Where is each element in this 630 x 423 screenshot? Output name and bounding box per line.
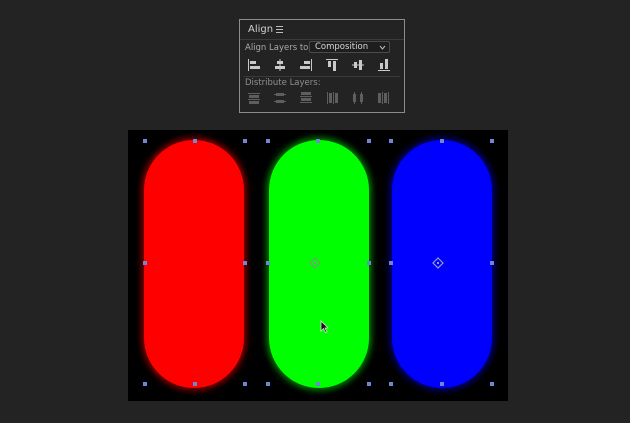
selection-handle[interactable] [367, 139, 371, 143]
align-top-icon [326, 59, 338, 71]
anchor-point-icon [309, 257, 321, 269]
distribute-bottom-icon [300, 92, 312, 103]
align-layers-to-value: Composition [315, 42, 369, 52]
distribute-right-icon [378, 92, 389, 104]
chevron-down-icon [379, 45, 386, 50]
align-buttons-row [244, 57, 400, 73]
selection-handle[interactable] [490, 261, 494, 265]
distribute-bottom-button[interactable] [298, 90, 314, 106]
align-bottom-button[interactable] [376, 57, 392, 73]
selection-handle[interactable] [243, 261, 247, 265]
distribute-buttons-row [244, 90, 400, 106]
hamburger-menu-icon[interactable] [276, 26, 283, 33]
panel-divider [244, 76, 400, 77]
selection-handle[interactable] [243, 139, 247, 143]
selection-handle[interactable] [266, 382, 270, 386]
selection-handle[interactable] [193, 382, 197, 386]
distribute-top-button[interactable] [246, 90, 262, 106]
align-vertical-center-icon [352, 60, 364, 70]
align-right-button[interactable] [298, 57, 314, 73]
selection-handle[interactable] [389, 261, 393, 265]
selection-handle[interactable] [316, 139, 320, 143]
align-vertical-center-button[interactable] [350, 57, 366, 73]
panel-tab-divider [240, 39, 404, 40]
selection-handle[interactable] [143, 382, 147, 386]
align-horizontal-center-icon [275, 59, 285, 71]
distribute-left-button[interactable] [324, 90, 340, 106]
anchor-point-icon [432, 257, 444, 269]
distribute-right-button[interactable] [376, 90, 392, 106]
selection-handle[interactable] [490, 139, 494, 143]
align-top-button[interactable] [324, 57, 340, 73]
align-horizontal-center-button[interactable] [272, 57, 288, 73]
align-left-icon [248, 59, 260, 71]
selection-handle[interactable] [266, 139, 270, 143]
distribute-layers-label: Distribute Layers: [245, 78, 321, 88]
composition-viewer[interactable] [128, 130, 508, 401]
distribute-vertical-center-button[interactable] [272, 90, 288, 106]
align-right-icon [300, 59, 312, 71]
selection-handle[interactable] [367, 261, 371, 265]
selection-handle[interactable] [389, 139, 393, 143]
selection-handle[interactable] [389, 382, 393, 386]
anchor-point-icon[interactable] [432, 257, 444, 269]
distribute-horizontal-center-button[interactable] [350, 90, 366, 106]
align-layers-to-label: Align Layers to: [245, 43, 312, 53]
distribute-vertical-center-icon [274, 93, 286, 103]
distribute-top-icon [248, 93, 260, 104]
distribute-horizontal-center-icon [353, 92, 363, 104]
red-pill-layer[interactable] [144, 140, 244, 388]
distribute-left-icon [327, 92, 338, 104]
selection-handle[interactable] [143, 261, 147, 265]
selection-handle[interactable] [490, 382, 494, 386]
anchor-point-icon[interactable] [309, 257, 321, 269]
selection-handle[interactable] [193, 139, 197, 143]
align-panel: Align Align Layers to: Composition Distr… [239, 19, 405, 113]
selection-handle[interactable] [440, 382, 444, 386]
selection-handle[interactable] [367, 382, 371, 386]
selection-handle[interactable] [243, 382, 247, 386]
align-layers-to-dropdown[interactable]: Composition [309, 41, 390, 53]
align-bottom-icon [378, 59, 390, 71]
selection-handle[interactable] [316, 382, 320, 386]
selection-handle[interactable] [266, 261, 270, 265]
align-left-button[interactable] [246, 57, 262, 73]
panel-tab-align[interactable]: Align [248, 24, 273, 35]
selection-handle[interactable] [143, 139, 147, 143]
selection-handle[interactable] [440, 139, 444, 143]
arrow-cursor-icon [320, 320, 329, 333]
